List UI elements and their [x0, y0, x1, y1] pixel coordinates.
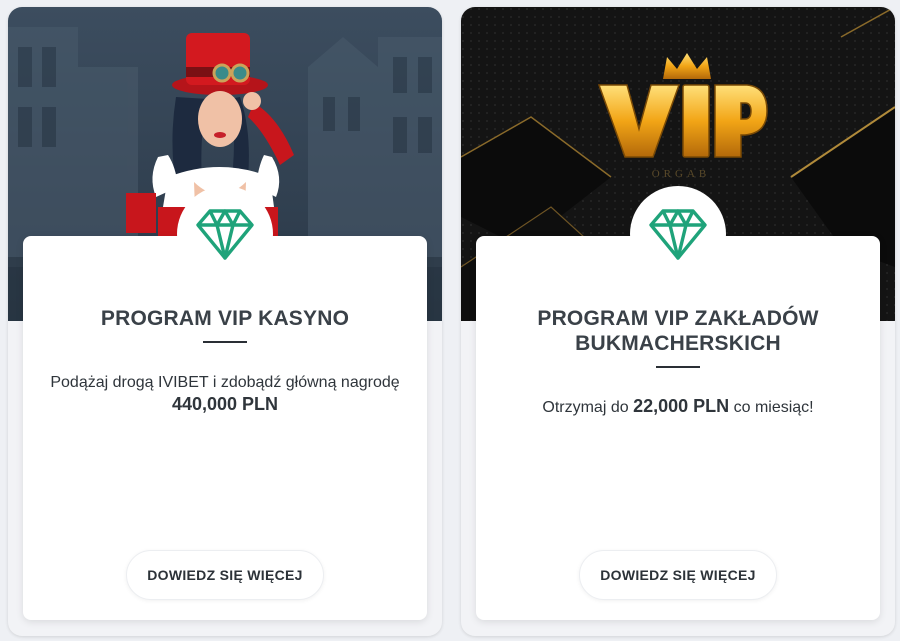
diamond-badge [177, 186, 273, 282]
card-title-line-2: BUKMACHERSKICH [575, 332, 781, 355]
card-description: Podążaj drogą IVIBET i zdobądź główną na… [50, 374, 400, 391]
learn-more-button[interactable]: DOWIEDZ SIĘ WIĘCEJ [126, 550, 324, 600]
diamond-icon [649, 209, 707, 260]
vip-casino-card: PROGRAM VIP KASYNO Podążaj drogą IVIBET … [8, 7, 442, 636]
card-description: Otrzymaj do 22,000 PLN co miesiąc! [492, 395, 864, 419]
vip-casino-panel: PROGRAM VIP KASYNO Podążaj drogą IVIBET … [23, 236, 427, 620]
diamond-badge [630, 186, 726, 282]
diamond-icon [196, 209, 254, 260]
card-title-line-1: PROGRAM VIP ZAKŁADÓW [537, 307, 819, 330]
description-suffix: co miesiąc! [733, 399, 814, 416]
learn-more-button[interactable]: DOWIEDZ SIĘ WIĘCEJ [579, 550, 777, 600]
svg-text:ORGAB: ORGAB [652, 168, 711, 180]
description-prefix: Otrzymaj do [542, 399, 629, 416]
title-divider [203, 341, 247, 343]
card-title: PROGRAM VIP KASYNO [100, 307, 350, 330]
prize-amount: 22,000 PLN [633, 396, 730, 416]
vip-sports-card: ORGAB PROGRAM VIP ZAKŁADÓW BUKMACHERSKIC… [461, 7, 895, 636]
prize-amount: 440,000 PLN [171, 394, 279, 414]
vip-sports-panel: PROGRAM VIP ZAKŁADÓW BUKMACHERSKICH Otrz… [476, 236, 880, 620]
title-divider [656, 366, 700, 368]
